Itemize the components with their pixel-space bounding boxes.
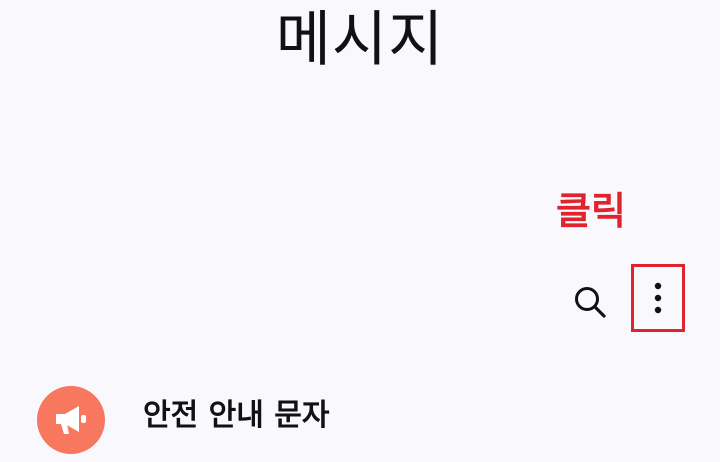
click-annotation: 클릭	[556, 189, 626, 233]
megaphone-icon	[56, 406, 86, 434]
conversation-title: 안전 안내 문자	[143, 398, 330, 433]
avatar	[37, 386, 105, 454]
more-vertical-icon	[654, 282, 662, 314]
conversation-list-item[interactable]: 안전 안내 문자	[0, 378, 720, 462]
search-icon	[575, 287, 606, 318]
page-title: 메시지	[275, 5, 445, 75]
more-options-button[interactable]	[631, 264, 685, 332]
search-button[interactable]	[570, 282, 610, 322]
